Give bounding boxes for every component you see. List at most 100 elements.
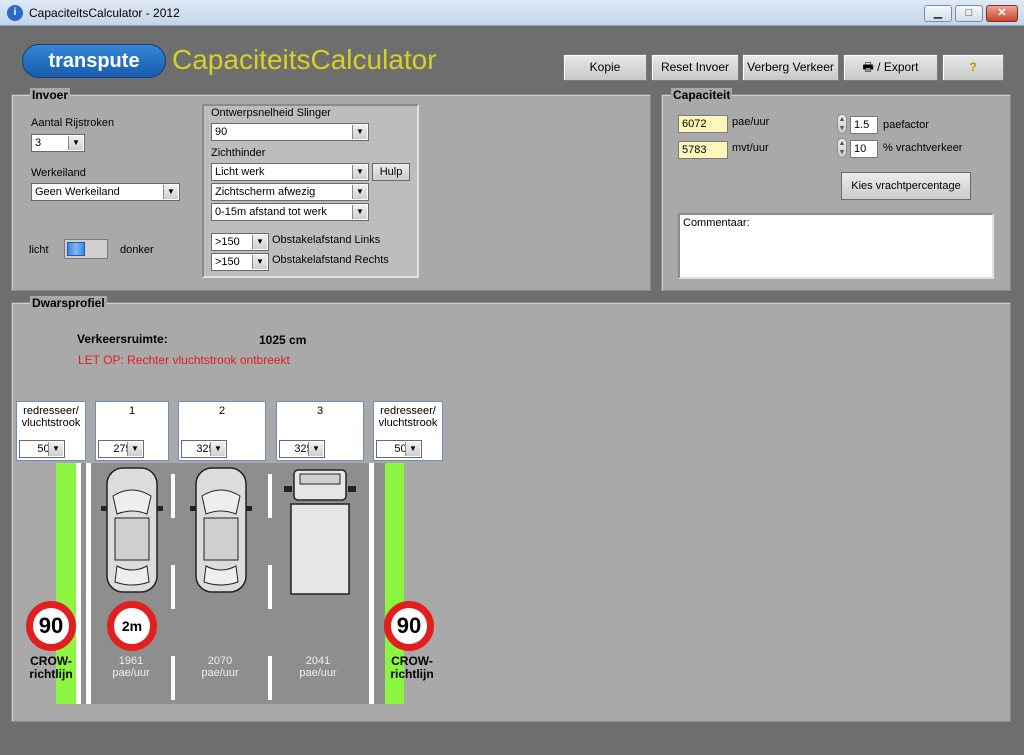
- printer-icon: 🖶: [862, 60, 874, 74]
- speed-sign-right: 90: [384, 601, 434, 651]
- vracht-label: % vrachtverkeer: [883, 142, 963, 154]
- chevron-down-icon: ▼: [252, 235, 267, 249]
- lane-1-capacity: 1961 pae/uur: [106, 655, 156, 679]
- ontwerpsnelheid-dropdown[interactable]: 90 ▼: [211, 123, 369, 141]
- lane-capacity-unit: pae/uur: [201, 667, 239, 679]
- export-button[interactable]: 🖶 / Export: [843, 54, 938, 81]
- lane-label: redresseer/ vluchtstrook: [378, 405, 438, 429]
- chevron-down-icon: ▼: [252, 255, 267, 269]
- speed-sign-left: 90: [26, 601, 76, 651]
- minimize-button[interactable]: ▁: [924, 5, 952, 22]
- verkeersruimte-value: 1025 cm: [259, 333, 307, 347]
- car-icon: [190, 467, 252, 593]
- dwarsprofiel-title: Dwarsprofiel: [30, 296, 107, 310]
- app-title: CapaciteitsCalculator: [172, 44, 437, 75]
- verberg-verkeer-button[interactable]: Verberg Verkeer: [742, 54, 839, 81]
- lane-divider-dash: [268, 656, 272, 700]
- crow-label-left: CROW-richtlijn: [29, 654, 73, 681]
- vracht-spinner[interactable]: ▲ ▼: [837, 138, 847, 158]
- car-icon: [101, 467, 163, 593]
- paefactor-input[interactable]: 1.5: [850, 116, 878, 134]
- chevron-down-icon: ▼: [352, 165, 367, 179]
- kopie-button[interactable]: Kopie: [563, 54, 647, 81]
- lane-label: 3: [316, 405, 324, 417]
- invoer-title: Invoer: [30, 88, 71, 102]
- pae-unit: pae/uur: [732, 116, 770, 128]
- zichthinder-label: Zichthinder: [211, 147, 266, 159]
- rijstroken-value: 3: [35, 137, 42, 149]
- chevron-down-icon: ▼: [405, 442, 420, 456]
- chevron-down-icon: ▼: [308, 442, 323, 456]
- obstakel-links-dropdown[interactable]: >150 ▼: [211, 233, 269, 251]
- obstakel-rechts-label: Obstakelafstand Rechts: [272, 254, 389, 266]
- mvt-unit: mvt/uur: [732, 142, 769, 154]
- ontwerp-label: Ontwerpsnelheid Slinger: [211, 107, 331, 119]
- lane-width-dropdown[interactable]: 275 ▼: [98, 440, 144, 458]
- lane-header-1: 1 275 ▼: [95, 401, 169, 461]
- licht-donker-toggle[interactable]: [64, 239, 108, 259]
- zicht3-value: 0-15m afstand tot werk: [215, 206, 327, 218]
- zicht2-value: Zichtscherm afwezig: [215, 186, 316, 198]
- rijstroken-dropdown[interactable]: 3 ▼: [31, 134, 85, 152]
- obstakel-rechts-dropdown[interactable]: >150 ▼: [211, 253, 269, 271]
- commentaar-textarea[interactable]: Commentaar:: [678, 213, 994, 279]
- donker-label: donker: [120, 244, 154, 256]
- lane-label: 1: [128, 405, 136, 417]
- paefactor-spinner[interactable]: ▲ ▼: [837, 114, 847, 134]
- app-icon: i: [7, 5, 23, 21]
- close-button[interactable]: ✕: [986, 5, 1018, 22]
- capaciteit-title: Capaciteit: [671, 88, 733, 102]
- help-icon: ?: [969, 60, 977, 74]
- pae-value: 6072: [678, 115, 728, 133]
- chevron-down-icon: ▼: [163, 185, 178, 199]
- truck-icon: [284, 469, 356, 595]
- lane-width-dropdown[interactable]: 325 ▼: [181, 440, 227, 458]
- right-edge-line: [369, 463, 374, 704]
- kies-vrachtpercentage-button[interactable]: Kies vrachtpercentage: [841, 172, 971, 200]
- obst-rechts-value: >150: [215, 256, 240, 268]
- chevron-down-icon: ▼: [352, 205, 367, 219]
- maximize-button[interactable]: □: [955, 5, 983, 22]
- chevron-down-icon: ▼: [210, 442, 225, 456]
- lane-divider-dash: [171, 565, 175, 609]
- mvt-value: 5783: [678, 141, 728, 159]
- zichthinder-dropdown[interactable]: Licht werk ▼: [211, 163, 369, 181]
- zicht1-value: Licht werk: [215, 166, 265, 178]
- ontwerp-value: 90: [215, 126, 228, 138]
- commentaar-text: Commentaar:: [683, 217, 750, 229]
- lane-divider-dash: [268, 565, 272, 609]
- lane-width-dropdown[interactable]: 50 ▼: [19, 440, 65, 458]
- obstakel-links-label: Obstakelafstand Links: [272, 234, 381, 246]
- lane-width-dropdown[interactable]: 50 ▼: [376, 440, 422, 458]
- chevron-down-icon: ▼: [68, 136, 83, 150]
- paefactor-label: paefactor: [883, 119, 929, 131]
- toggle-knob: [67, 242, 85, 256]
- werkeiland-dropdown[interactable]: Geen Werkeiland ▼: [31, 183, 180, 201]
- lane-label: redresseer/ vluchtstrook: [21, 405, 81, 429]
- chevron-down-icon: ▼: [48, 442, 63, 456]
- left-edge-line: [86, 463, 91, 704]
- lane-2-capacity: 2070 pae/uur: [195, 655, 245, 679]
- werkeiland-value: Geen Werkeiland: [35, 186, 120, 198]
- lane-divider-dash: [268, 474, 272, 518]
- lane-divider-dash: [171, 656, 175, 700]
- chevron-down-icon: ▼: [352, 125, 367, 139]
- lane-width-dropdown[interactable]: 325 ▼: [279, 440, 325, 458]
- warning-text: LET OP: Rechter vluchtstrook ontbreekt: [78, 353, 290, 367]
- hulp-button[interactable]: Hulp: [372, 163, 410, 181]
- werkeiland-label: Werkeiland: [31, 167, 86, 179]
- zichtscherm-dropdown[interactable]: Zichtscherm afwezig ▼: [211, 183, 369, 201]
- lane-capacity-value: 1961: [118, 655, 144, 667]
- chevron-down-icon: ▼: [352, 185, 367, 199]
- lane-capacity-unit: pae/uur: [112, 667, 150, 679]
- crow-label-right: CROW-richtlijn: [390, 654, 434, 681]
- reset-invoer-button[interactable]: Reset Invoer: [651, 54, 739, 81]
- afstand-werk-dropdown[interactable]: 0-15m afstand tot werk ▼: [211, 203, 369, 221]
- lane-divider-dash: [171, 474, 175, 518]
- lane-label: 2: [218, 405, 226, 417]
- help-button[interactable]: ?: [942, 54, 1004, 81]
- vracht-input[interactable]: 10: [850, 140, 878, 158]
- verkeersruimte-label: Verkeersruimte:: [77, 332, 168, 346]
- width-limit-sign: 2m: [107, 601, 157, 651]
- lane-3-capacity: 2041 pae/uur: [293, 655, 343, 679]
